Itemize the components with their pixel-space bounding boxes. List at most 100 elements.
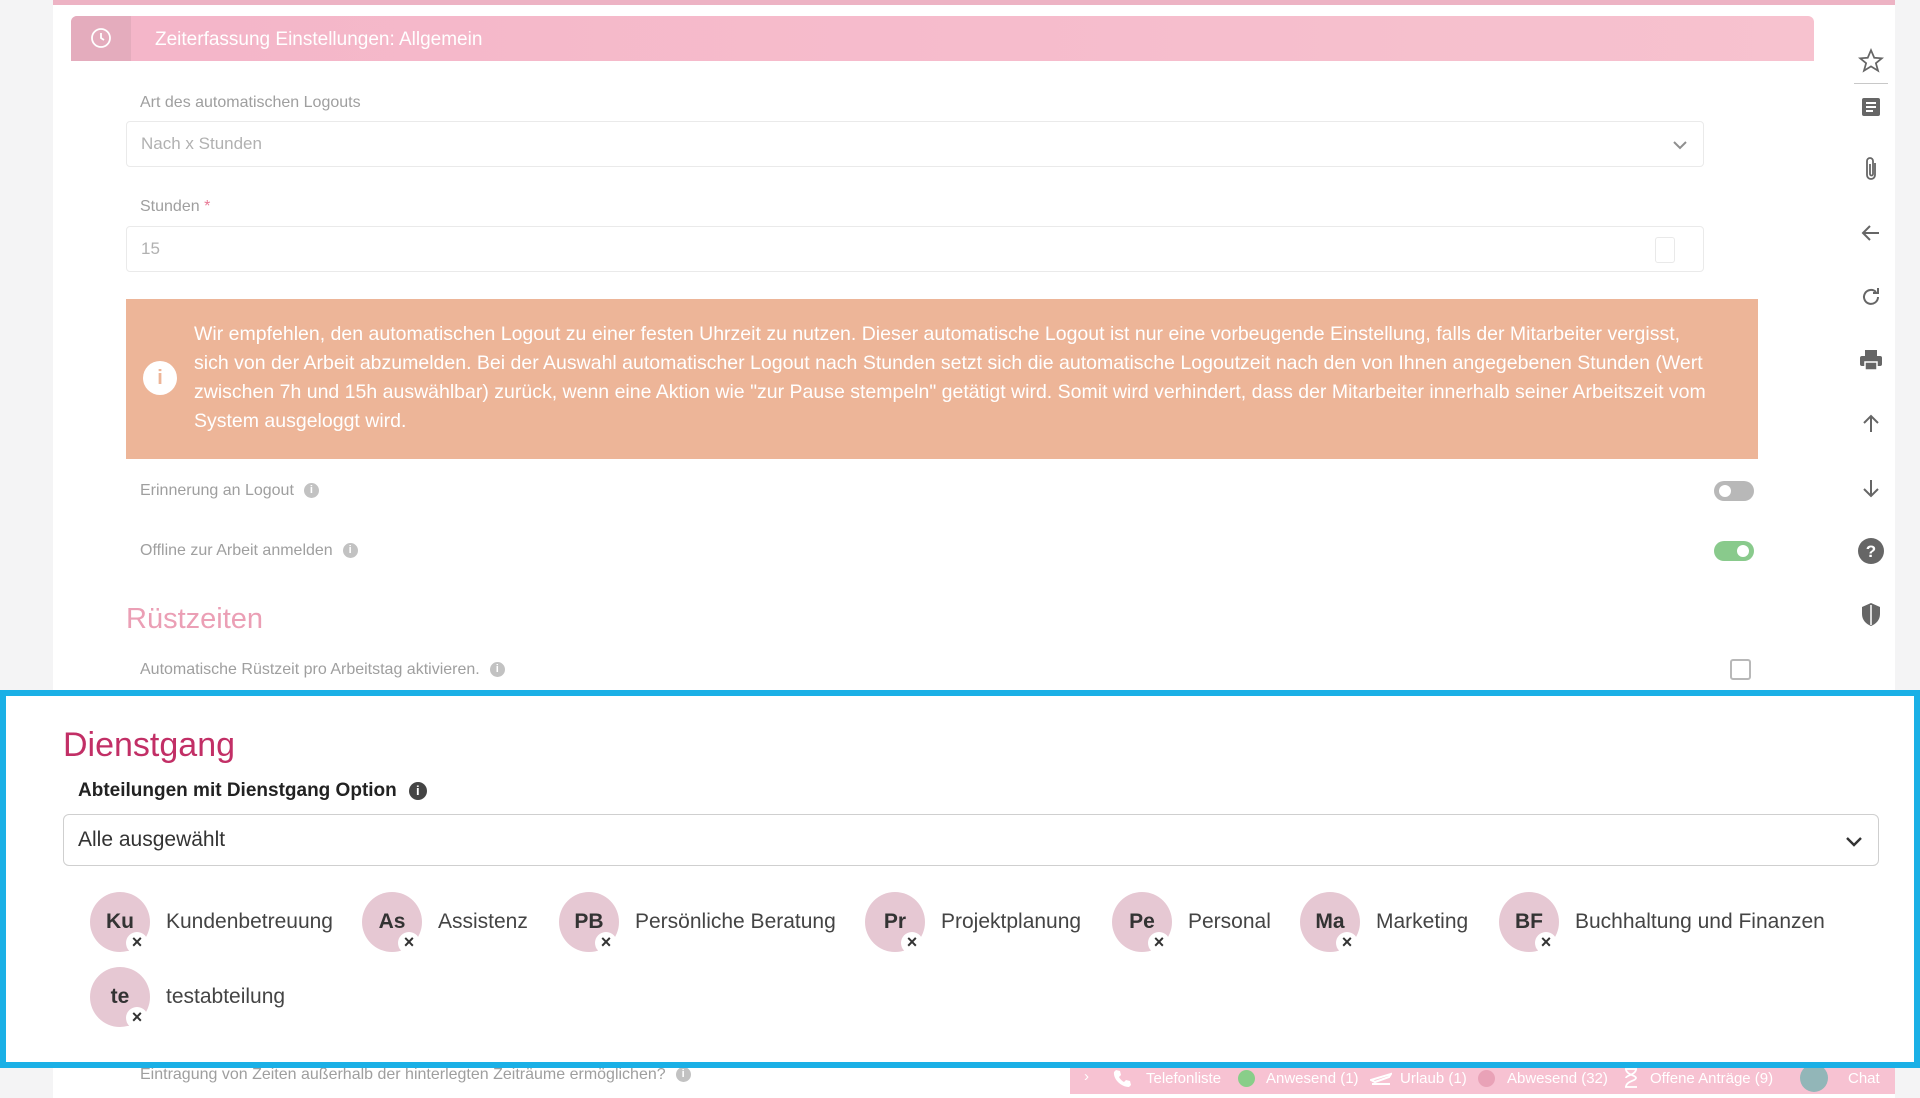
outside-times-label: Eintragung von Zeiten außerhalb der hint… (140, 1066, 666, 1083)
logout-type-select[interactable]: Nach x Stunden (126, 121, 1704, 167)
info-icon[interactable]: i (408, 782, 427, 800)
warning-text: Wir empfehlen, den automatischen Logout … (194, 323, 1706, 432)
vacation-link[interactable]: Urlaub (1) (1400, 1070, 1467, 1087)
toggle-knob (1719, 485, 1731, 497)
auto-setup-time-checkbox[interactable] (1730, 659, 1751, 680)
remove-icon[interactable]: × (126, 932, 148, 954)
department-name: Persönliche Beratung (635, 910, 836, 933)
setup-times-heading: Rüstzeiten (126, 603, 264, 635)
chevron-right-icon[interactable]: › (1084, 1068, 1089, 1085)
remove-icon[interactable]: × (595, 932, 617, 954)
departments-label-row: Abteilungen mit Dienstgang Option i (78, 780, 427, 802)
toggle-knob (1737, 545, 1749, 557)
absent-dot-icon (1478, 1070, 1495, 1087)
number-stepper-icon[interactable] (1655, 237, 1675, 263)
info-icon[interactable]: i (675, 1067, 691, 1083)
department-chip: BF × Buchhaltung und Finanzen (1499, 892, 1825, 954)
remove-icon[interactable]: × (398, 932, 420, 954)
outside-times-row: Eintragung von Zeiten außerhalb der hint… (140, 1066, 691, 1084)
department-name: Personal (1188, 910, 1271, 933)
auto-setup-time-row: Automatische Rüstzeit pro Arbeitstag akt… (140, 661, 505, 679)
chevron-down-icon (1846, 837, 1862, 847)
logout-reminder-label: Erinnerung an Logout (140, 482, 294, 499)
department-name: Buchhaltung und Finanzen (1575, 910, 1825, 933)
department-avatar: Ku × (90, 892, 150, 954)
department-abbr: Ku (106, 910, 134, 933)
plane-icon (1370, 1072, 1392, 1085)
remove-icon[interactable]: × (126, 1007, 148, 1029)
department-abbr: te (110, 985, 130, 1008)
remove-icon[interactable]: × (1535, 932, 1557, 954)
department-chip: te × testabteilung (90, 967, 286, 1029)
card-header: Zeiterfassung Einstellungen: Allgemein (71, 16, 1814, 61)
open-requests-link[interactable]: Offene Anträge (9) (1650, 1070, 1773, 1087)
hourglass-icon (1625, 1068, 1637, 1088)
department-abbr: Pe (1129, 910, 1155, 933)
department-abbr: Ma (1315, 910, 1345, 933)
star-icon[interactable] (1852, 42, 1890, 80)
help-icon[interactable]: ? (1852, 532, 1890, 570)
remove-icon[interactable]: × (1148, 932, 1170, 954)
department-avatar: PB × (559, 892, 619, 954)
department-avatar: Ma × (1300, 892, 1360, 954)
department-chip: Pr × Projektplanung (865, 892, 1082, 954)
arrow-left-icon[interactable] (1852, 214, 1890, 252)
svg-text:?: ? (1866, 542, 1876, 561)
offline-login-row: Offline zur Arbeit anmelden i (140, 542, 358, 560)
arrow-up-icon[interactable] (1852, 405, 1890, 443)
notes-icon[interactable] (1852, 88, 1890, 126)
absent-link[interactable]: Abwesend (32) (1507, 1070, 1608, 1087)
phone-icon (1113, 1070, 1131, 1087)
info-icon[interactable]: i (489, 662, 505, 678)
department-name: Assistenz (438, 910, 528, 933)
department-chip: Ma × Marketing (1300, 892, 1469, 954)
department-avatar: BF × (1499, 892, 1559, 954)
chat-avatar-icon (1800, 1064, 1828, 1092)
remove-icon[interactable]: × (1336, 932, 1358, 954)
departments-select[interactable]: Alle ausgewählt (63, 814, 1879, 866)
print-icon[interactable] (1852, 341, 1890, 379)
info-icon: i (143, 361, 177, 395)
departments-selected-value: Alle ausgewählt (78, 828, 226, 851)
department-chip: As × Assistenz (362, 892, 528, 954)
offline-login-toggle[interactable] (1714, 541, 1754, 561)
departments-label: Abteilungen mit Dienstgang Option (78, 780, 397, 801)
hours-value: 15 (141, 239, 160, 258)
department-avatar: Pe × (1112, 892, 1172, 954)
auto-setup-time-label: Automatische Rüstzeit pro Arbeitstag akt… (140, 661, 480, 678)
business-trip-heading: Dienstgang (63, 726, 236, 764)
logout-type-label: Art des automatischen Logouts (140, 94, 361, 111)
info-icon[interactable]: i (342, 543, 358, 559)
department-chip: Pe × Personal (1112, 892, 1271, 954)
phone-list-link[interactable]: Telefonliste (1146, 1070, 1221, 1087)
logout-reminder-toggle[interactable] (1714, 481, 1754, 501)
department-name: Marketing (1376, 910, 1469, 933)
hours-label-text: Stunden (140, 198, 200, 215)
department-chip: Ku × Kundenbetreuung (90, 892, 333, 954)
refresh-icon[interactable] (1852, 278, 1890, 316)
warning-box: i Wir empfehlen, den automatischen Logou… (126, 299, 1758, 459)
department-avatar: As × (362, 892, 422, 954)
clock-icon (71, 16, 131, 61)
hours-label: Stunden * (140, 198, 210, 216)
department-abbr: PB (574, 910, 604, 933)
department-avatar: Pr × (865, 892, 925, 954)
shield-icon[interactable] (1852, 596, 1890, 634)
present-link[interactable]: Anwesend (1) (1266, 1070, 1359, 1087)
rail-divider (1854, 83, 1888, 84)
department-abbr: BF (1515, 910, 1543, 933)
chat-link[interactable]: Chat (1848, 1070, 1880, 1087)
required-mark: * (204, 198, 211, 215)
department-name: Projektplanung (941, 910, 1082, 933)
hours-input[interactable]: 15 (126, 226, 1704, 272)
remove-icon[interactable]: × (901, 932, 923, 954)
logout-type-value: Nach x Stunden (141, 134, 262, 153)
paperclip-icon[interactable] (1852, 151, 1890, 189)
department-chip: PB × Persönliche Beratung (559, 892, 836, 954)
chevron-down-icon (1673, 141, 1687, 150)
department-abbr: Pr (883, 910, 907, 933)
arrow-down-icon[interactable] (1852, 469, 1890, 507)
info-icon[interactable]: i (303, 483, 319, 499)
department-name: testabteilung (166, 985, 286, 1008)
card-title: Zeiterfassung Einstellungen: Allgemein (155, 29, 483, 50)
